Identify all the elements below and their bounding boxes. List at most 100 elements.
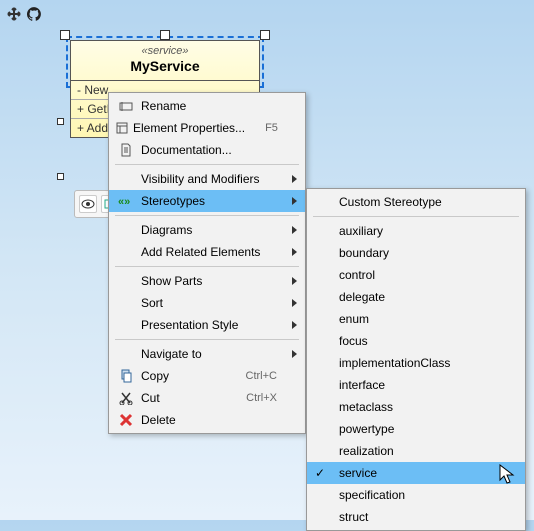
resize-handle-nw[interactable] — [60, 30, 70, 40]
menu-separator — [115, 164, 299, 165]
icon-slot-empty — [115, 314, 137, 336]
submenu-arrow-icon — [292, 248, 297, 256]
menu-item-rename[interactable]: Rename — [109, 95, 305, 117]
properties-icon — [115, 117, 129, 139]
submenu-item-powertype[interactable]: powertype — [307, 418, 525, 440]
menu-item-label: enum — [339, 312, 497, 326]
stereotypes-submenu: Custom Stereotype auxiliaryboundary contro… — [306, 188, 526, 531]
submenu-arrow-icon — [292, 350, 297, 358]
submenu-item-enum[interactable]: enum — [307, 308, 525, 330]
menu-item-element-properties[interactable]: Element Properties...F5 — [109, 117, 305, 139]
icon-slot-empty — [313, 352, 335, 374]
menu-item-shortcut: Ctrl+X — [246, 392, 277, 404]
delete-icon — [115, 409, 137, 431]
stereo-icon: «» — [115, 190, 137, 212]
github-icon[interactable] — [26, 6, 42, 22]
menu-item-sort[interactable]: Sort — [109, 292, 305, 314]
submenu-arrow-icon — [292, 299, 297, 307]
menu-item-shortcut: F5 — [265, 122, 278, 134]
menu-item-navigate-to[interactable]: Navigate to — [109, 343, 305, 365]
menu-item-show-parts[interactable]: Show Parts — [109, 270, 305, 292]
submenu-item-control[interactable]: control — [307, 264, 525, 286]
submenu-item-service[interactable]: ✓service — [307, 462, 525, 484]
menu-item-label: Delete — [141, 413, 277, 427]
move-icon[interactable] — [6, 6, 22, 22]
rename-icon — [115, 95, 137, 117]
menu-item-diagrams[interactable]: Diagrams — [109, 219, 305, 241]
menu-item-label: service — [339, 466, 497, 480]
icon-slot-empty — [115, 270, 137, 292]
submenu-item-struct[interactable]: struct — [307, 506, 525, 528]
submenu-arrow-icon — [292, 175, 297, 183]
menu-item-documentation[interactable]: Documentation... — [109, 139, 305, 161]
menu-item-delete[interactable]: Delete — [109, 409, 305, 431]
submenu-item-auxiliary[interactable]: auxiliary — [307, 220, 525, 242]
submenu-item-delegate[interactable]: delegate — [307, 286, 525, 308]
menu-item-label: Sort — [141, 296, 277, 310]
submenu-item-implementationclass[interactable]: implementationClass — [307, 352, 525, 374]
menu-item-label: realization — [339, 444, 497, 458]
submenu-arrow-icon — [292, 277, 297, 285]
svg-text:«»: «» — [118, 196, 130, 207]
submenu-item-focus[interactable]: focus — [307, 330, 525, 352]
icon-slot-empty — [313, 286, 335, 308]
menu-item-label: implementationClass — [339, 356, 497, 370]
submenu-item-interface[interactable]: interface — [307, 374, 525, 396]
submenu-arrow-icon — [292, 197, 297, 205]
menu-item-shortcut: Ctrl+C — [246, 370, 277, 382]
icon-slot-empty — [115, 343, 137, 365]
icon-slot-empty — [313, 308, 335, 330]
resize-handle-n[interactable] — [160, 30, 170, 40]
menu-item-label: Rename — [141, 99, 277, 113]
icon-slot-empty — [115, 219, 137, 241]
menu-item-copy[interactable]: Copy Ctrl+C — [109, 365, 305, 387]
menu-item-label: delegate — [339, 290, 497, 304]
icon-slot-empty — [313, 418, 335, 440]
resize-handle-sw[interactable] — [57, 173, 64, 180]
resize-handle-w[interactable] — [57, 118, 64, 125]
uml-title: «service» MyService — [71, 41, 259, 81]
menu-item-label: Documentation... — [141, 143, 277, 157]
submenu-item-custom-stereotype[interactable]: Custom Stereotype — [307, 191, 525, 213]
icon-slot-empty — [115, 241, 137, 263]
doc-icon — [115, 139, 137, 161]
copy-icon — [115, 365, 137, 387]
menu-item-label: struct — [339, 510, 497, 524]
palette-eye-icon[interactable] — [79, 195, 97, 213]
menu-item-label: Custom Stereotype — [339, 195, 497, 209]
menu-item-label: control — [339, 268, 497, 282]
menu-item-cut[interactable]: CutCtrl+X — [109, 387, 305, 409]
icon-slot-empty — [313, 484, 335, 506]
menu-item-label: interface — [339, 378, 497, 392]
menu-item-add-related-elements[interactable]: Add Related Elements — [109, 241, 305, 263]
submenu-item-metaclass[interactable]: metaclass — [307, 396, 525, 418]
resize-handle-ne[interactable] — [260, 30, 270, 40]
submenu-arrow-icon — [292, 226, 297, 234]
menu-separator — [313, 216, 519, 217]
icon-slot-empty — [313, 374, 335, 396]
submenu-item-realization[interactable]: realization — [307, 440, 525, 462]
menu-item-label: Stereotypes — [141, 194, 277, 208]
menu-item-label: metaclass — [339, 400, 497, 414]
menu-item-label: Show Parts — [141, 274, 277, 288]
icon-slot-empty — [115, 292, 137, 314]
menu-item-label: Presentation Style — [141, 318, 277, 332]
menu-item-label: focus — [339, 334, 497, 348]
icon-slot-empty — [313, 440, 335, 462]
submenu-item-boundary[interactable]: boundary — [307, 242, 525, 264]
cut-icon — [115, 387, 137, 409]
icon-slot-empty — [313, 264, 335, 286]
icon-slot-empty — [313, 242, 335, 264]
menu-item-label: Visibility and Modifiers — [141, 172, 277, 186]
submenu-item-specification[interactable]: specification — [307, 484, 525, 506]
context-menu: Rename Element Properties...F5 Documentati… — [108, 92, 306, 434]
icon-slot-empty — [313, 220, 335, 242]
icon-slot-empty — [313, 396, 335, 418]
menu-item-stereotypes[interactable]: «» Stereotypes — [109, 190, 305, 212]
menu-item-presentation-style[interactable]: Presentation Style — [109, 314, 305, 336]
menu-item-label: Navigate to — [141, 347, 277, 361]
menu-item-label: Copy — [141, 369, 226, 383]
icon-slot-empty — [115, 168, 137, 190]
menu-separator — [115, 339, 299, 340]
menu-item-visibility-and-modifiers[interactable]: Visibility and Modifiers — [109, 168, 305, 190]
